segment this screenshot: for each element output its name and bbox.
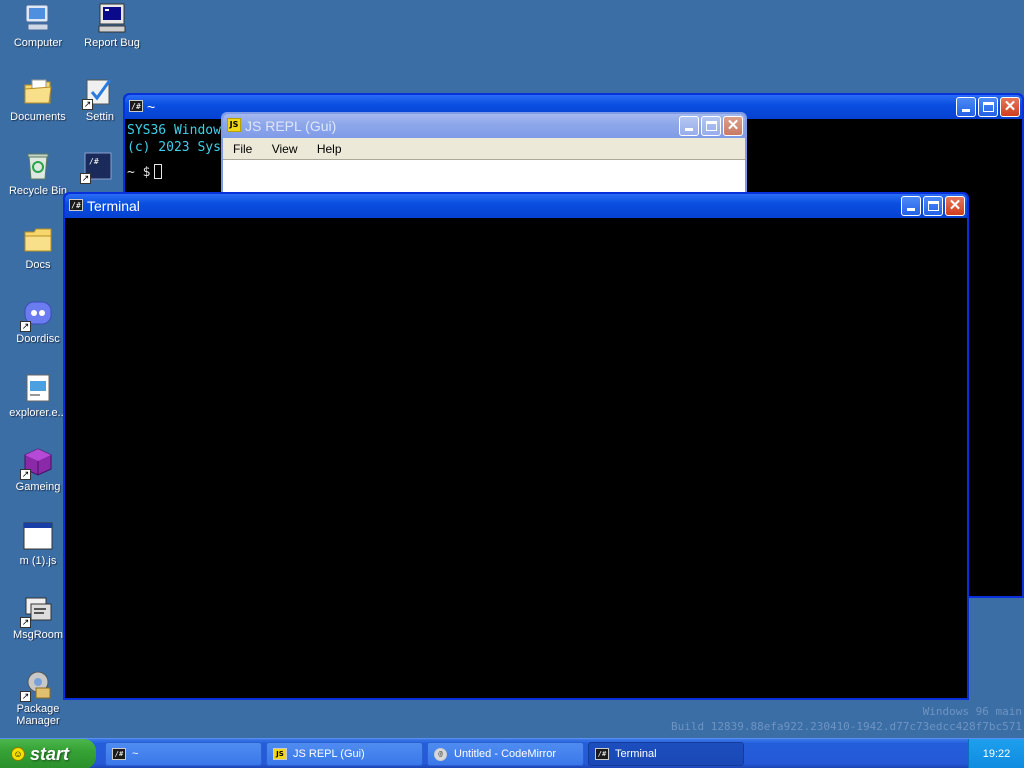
terminal-output[interactable] [65,218,967,698]
taskbar-item-label: ~ [132,748,139,760]
clock[interactable]: 19:22 [983,748,1011,760]
menu-view[interactable]: View [264,142,306,156]
terminal-icon: /# [595,748,609,760]
taskbar-item-label: Untitled - CodeMirror [454,748,557,760]
repl-content[interactable] [223,160,745,196]
shortcut-arrow-icon: ↗ [20,321,31,332]
taskbar: ☺ start /# ~ JS JS REPL (Gui) @ Untitled… [0,738,1024,768]
start-logo-icon: ☺ [11,747,25,761]
taskbar-item-js-repl[interactable]: JS JS REPL (Gui) [266,742,423,766]
shortcut-arrow-icon: ↗ [20,691,31,702]
maximize-button[interactable] [978,97,998,117]
window-controls: ✕ [679,116,743,136]
start-label: start [30,744,70,764]
svg-text:/#: /# [89,157,99,166]
documents-folder-icon [22,76,54,108]
gameing-icon: ↗ [20,446,54,480]
close-button[interactable]: ✕ [945,196,965,216]
shortcut-arrow-icon: ↗ [82,99,93,110]
window-title: JS REPL (Gui) [245,118,337,134]
desktop-icon-report-bug[interactable]: Report Bug [74,2,150,49]
taskbar-item-label: Terminal [615,748,657,760]
desktop-icon-settings[interactable]: ↗ Settin [74,76,126,123]
desktop-icon-documents[interactable]: Documents [0,76,76,123]
minimize-button[interactable] [679,116,699,136]
taskbar-item-terminal[interactable]: /# Terminal [588,742,744,766]
system-tray: 19:22 [968,739,1024,768]
close-icon: ✕ [1003,98,1017,115]
terminal-icon: /# [69,199,83,211]
build-watermark: Windows 96 main Build 12839.88efa922.230… [671,704,1022,734]
shortcut-arrow-icon: ↗ [20,617,31,628]
codemirror-icon: @ [434,748,447,761]
terminal-icon: /# [129,100,143,112]
menu-file[interactable]: File [225,142,260,156]
package-manager-icon: ↗ [20,668,54,702]
window-title: ~ [147,99,156,115]
maximize-icon [928,201,939,211]
minimize-button[interactable] [901,196,921,216]
maximize-icon [706,121,717,131]
report-bug-icon [96,2,128,34]
close-button[interactable]: ✕ [723,116,743,136]
doordisc-icon: ↗ [20,298,54,332]
minimize-button[interactable] [956,97,976,117]
desktop-icon-recycle-bin[interactable]: Recycle Bin [0,150,76,197]
js-icon: JS [227,118,241,132]
settings-icon: ↗ [82,76,116,110]
explorer-icon [22,372,54,404]
minimize-icon [685,128,693,131]
terminal-prompt: ~ $ [127,165,151,180]
watermark-line: Windows 96 main [922,705,1022,718]
window-js-repl[interactable]: JS JS REPL (Gui) ✕ File View Help [221,112,747,198]
shortcut-arrow-icon: ↗ [20,469,31,480]
minimize-icon [962,109,970,112]
menu-bar: File View Help [223,138,745,160]
titlebar[interactable]: JS JS REPL (Gui) ✕ [223,114,745,138]
js-file-icon [22,520,54,552]
watermark-line: Build 12839.88efa922.230410-1942.d77c73e… [671,720,1022,733]
maximize-button[interactable] [923,196,943,216]
maximize-button[interactable] [701,116,721,136]
close-button[interactable]: ✕ [1000,97,1020,117]
window-title: Terminal [87,198,140,214]
close-icon: ✕ [726,117,740,134]
js-icon: JS [273,748,287,760]
menu-help[interactable]: Help [309,142,350,156]
close-icon: ✕ [948,197,962,214]
start-button[interactable]: ☺ start [0,739,96,768]
maximize-icon [983,102,994,112]
computer-icon [22,2,54,34]
minimize-icon [907,208,915,211]
terminal-shortcut-icon: /# ↗ [80,150,114,184]
folder-icon [22,224,54,256]
desktop-icon-computer[interactable]: Computer [0,2,76,49]
titlebar[interactable]: /# Terminal ✕ [65,194,967,218]
window-controls: ✕ [956,97,1020,117]
terminal-icon: /# [112,748,126,760]
taskbar-item-label: JS REPL (Gui) [293,748,365,760]
desktop-icon-shortcut[interactable]: /# ↗ [74,150,122,185]
msgroom-icon: ↗ [20,594,54,628]
text-cursor [154,164,163,179]
taskbar-item-back-terminal[interactable]: /# ~ [105,742,262,766]
window-controls: ✕ [901,196,965,216]
window-terminal[interactable]: /# Terminal ✕ [63,192,969,700]
taskbar-item-codemirror[interactable]: @ Untitled - CodeMirror [427,742,584,766]
recycle-bin-icon [22,150,54,182]
shortcut-arrow-icon: ↗ [80,173,91,184]
